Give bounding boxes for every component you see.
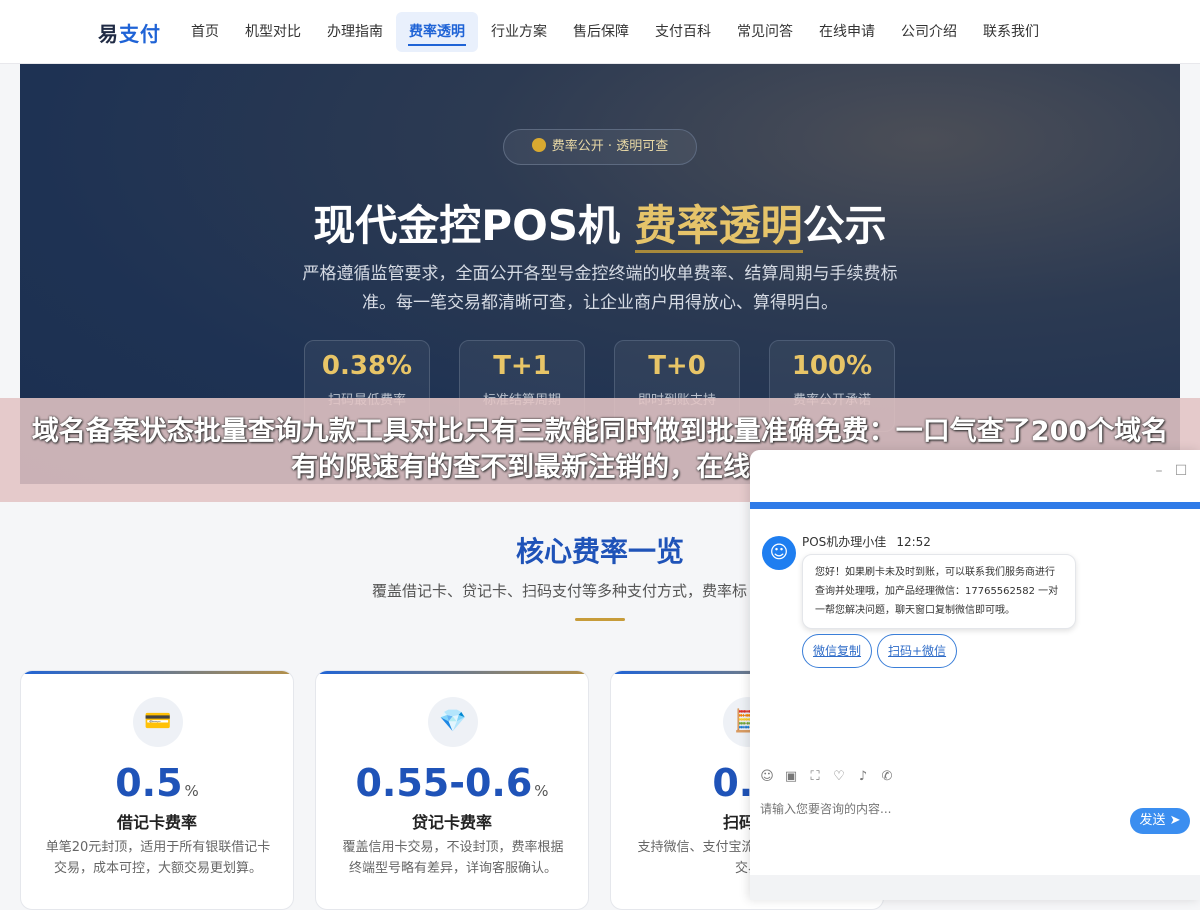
chat-toolbar: ☺ ▣ ⛶ ♡ ♪ ✆ (758, 768, 896, 786)
rate-description: 单笔20元封顶，适用于所有银联借记卡交易，成本可控，大额交易更划算。 (45, 840, 271, 876)
nav-item-guide[interactable]: 办理指南 (314, 12, 396, 52)
chat-widget: – ☐ ☺ POS机办理小佳 12:52 您好！如果刷卡未及时到账，可以联系我们服… (750, 450, 1200, 900)
money-bag-icon (531, 138, 546, 152)
scan-wechat-button[interactable]: 扫码+微信 (877, 634, 958, 668)
emoji-icon[interactable]: ☺ (758, 768, 776, 786)
send-button[interactable]: 发送 ➤ (1130, 808, 1190, 834)
credit-card-icon: 💳 (133, 697, 183, 747)
nav-item-solutions[interactable]: 行业方案 (478, 12, 560, 52)
rate-value: 0.55-0.6% (355, 761, 549, 805)
stat-value: T+0 (648, 351, 706, 381)
top-navbar: 易支付 首页 机型对比 办理指南 费率透明 行业方案 售后保障 支付百科 常见问… (0, 0, 1200, 64)
rate-name: 借记卡费率 (116, 813, 197, 832)
section-divider (575, 618, 625, 621)
nav-item-about[interactable]: 公司介绍 (888, 12, 970, 52)
stat-value: 100% (791, 351, 873, 381)
rate-card-credit: 💎 0.55-0.6% 贷记卡费率 覆盖信用卡交易，不设封顶，费率根据终端型号略… (315, 670, 589, 910)
chat-message-bubble: 您好！如果刷卡未及时到账，可以联系我们服务商进行查询并处理哦，加产品经理微信：1… (802, 554, 1076, 629)
hero-description: 严格遵循监管要求，全面公开各型号金控终端的收单费率、结算周期与手续费标准。每一笔… (302, 264, 898, 313)
nav-item-after-sales[interactable]: 售后保障 (560, 12, 642, 52)
copy-wechat-button[interactable]: 微信复制 (802, 634, 873, 668)
agent-name: POS机办理小佳 (802, 535, 887, 549)
nav-item-wiki[interactable]: 支付百科 (642, 12, 724, 52)
hero-title: 现代金控POS机 费率透明公示 (20, 192, 1180, 253)
diamond-icon: 💎 (428, 697, 478, 747)
chat-header: – ☐ (750, 450, 1200, 494)
screenshot-icon[interactable]: ⛶ (806, 768, 824, 786)
wechat-icon[interactable]: ✆ (878, 768, 896, 786)
nav-item-contact[interactable]: 联系我们 (970, 12, 1052, 52)
send-arrow-icon: ➤ (1169, 813, 1181, 828)
nav-item-model-compare[interactable]: 机型对比 (232, 12, 314, 52)
chat-accent-bar (750, 502, 1200, 509)
nav-item-home[interactable]: 首页 (178, 12, 232, 52)
nav-menu: 首页 机型对比 办理指南 费率透明 行业方案 售后保障 支付百科 常见问答 在线… (178, 12, 1052, 52)
section-subtitle: 覆盖借记卡、贷记卡、扫码支付等多种支付方式，费率标 (372, 582, 748, 600)
image-icon[interactable]: ▣ (782, 768, 800, 786)
hero-badge: 费率公开 · 透明可查 (503, 129, 697, 165)
stat-value: 0.38% (321, 351, 413, 381)
sound-icon[interactable]: ♪ (854, 768, 872, 786)
maximize-icon[interactable]: ☐ (1172, 462, 1190, 480)
agent-avatar: ☺ (762, 536, 796, 570)
nav-item-apply[interactable]: 在线申请 (806, 12, 888, 52)
rate-name: 贷记卡费率 (411, 813, 492, 832)
rate-card-debit: 💳 0.5% 借记卡费率 单笔20元封顶，适用于所有银联借记卡交易，成本可控，大… (20, 670, 294, 910)
evaluate-icon[interactable]: ♡ (830, 768, 848, 786)
minimize-icon[interactable]: – (1150, 462, 1168, 480)
rate-description: 覆盖信用卡交易，不设封顶，费率根据终端型号略有差异，详询客服确认。 (342, 840, 564, 876)
stat-value: T+1 (493, 351, 551, 381)
message-time: 12:52 (896, 535, 931, 549)
agent-info: POS机办理小佳 12:52 (802, 533, 931, 550)
nav-item-rates[interactable]: 费率透明 (396, 12, 478, 52)
chat-input[interactable] (760, 802, 1120, 816)
nav-item-faq[interactable]: 常见问答 (724, 12, 806, 52)
chat-footer (750, 875, 1200, 900)
site-logo[interactable]: 易支付 (98, 18, 161, 47)
rate-value: 0.5% (115, 761, 199, 805)
